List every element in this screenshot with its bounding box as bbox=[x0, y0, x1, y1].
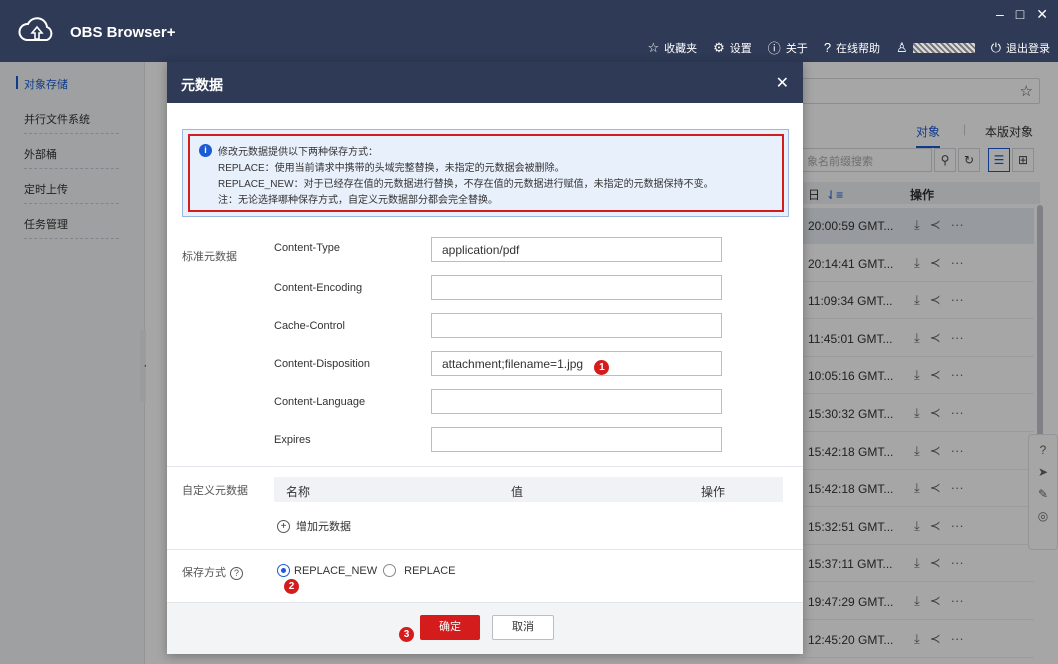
content-disposition-input[interactable]: attachment;filename=1.jpg 1 bbox=[431, 351, 722, 376]
radio-replace-new[interactable] bbox=[277, 564, 290, 577]
about-label: 关于 bbox=[785, 42, 808, 55]
dialog-header: 元数据 ✕ bbox=[167, 62, 803, 103]
expires-label: Expires bbox=[274, 434, 311, 446]
content-language-label: Content-Language bbox=[274, 396, 366, 408]
favorites-link[interactable]: ☆ 收藏夹 bbox=[647, 40, 697, 56]
info-icon: i bbox=[199, 144, 212, 157]
settings-link[interactable]: ⚙ 设置 bbox=[713, 40, 752, 56]
content-type-input[interactable]: application/pdf bbox=[431, 237, 722, 262]
notice-highlight: i 修改元数据提供以下两种保存方式： REPLACE：使用当前请求中携带的头域完… bbox=[188, 134, 784, 212]
step-badge-2: 2 bbox=[284, 579, 299, 594]
expires-input[interactable] bbox=[431, 427, 722, 452]
top-nav: ☆ 收藏夹 ⚙ 设置 ⓘ 关于 ? 在线帮助 ♙ ⏻ 退出登录 bbox=[647, 38, 1050, 57]
radio-replace[interactable] bbox=[383, 564, 397, 577]
logout-label: 退出登录 bbox=[1006, 42, 1050, 55]
step-badge-3: 3 bbox=[399, 627, 414, 642]
favorites-label: 收藏夹 bbox=[664, 42, 698, 55]
value-column-header: 值 bbox=[511, 485, 524, 499]
content-language-input[interactable] bbox=[431, 389, 722, 414]
minimize-button[interactable]: – bbox=[996, 6, 1004, 23]
plus-circle-icon: + bbox=[277, 519, 290, 533]
standard-metadata-label: 标准元数据 bbox=[182, 251, 237, 263]
settings-label: 设置 bbox=[729, 42, 752, 55]
window-controls: – □ ✕ bbox=[996, 6, 1048, 23]
step-badge-1: 1 bbox=[594, 360, 610, 375]
help-label: 在线帮助 bbox=[836, 42, 881, 55]
cancel-button[interactable]: 取消 bbox=[492, 615, 554, 640]
metadata-dialog: 元数据 ✕ i 修改元数据提供以下两种保存方式： REPLACE：使用当前请求中… bbox=[167, 62, 803, 654]
content-disposition-label: Content-Disposition bbox=[274, 358, 370, 370]
section-divider bbox=[167, 466, 803, 467]
section-divider bbox=[167, 549, 803, 550]
help-link[interactable]: ? 在线帮助 bbox=[824, 40, 880, 56]
custom-metadata-label: 自定义元数据 bbox=[182, 485, 248, 497]
info-icon: ⓘ bbox=[767, 41, 781, 56]
radio-replace-label[interactable]: REPLACE bbox=[404, 565, 455, 577]
star-icon: ☆ bbox=[647, 39, 660, 55]
notice-box: i 修改元数据提供以下两种保存方式： REPLACE：使用当前请求中携带的头域完… bbox=[182, 129, 789, 217]
confirm-button[interactable]: 确定 bbox=[420, 615, 480, 640]
question-icon: ? bbox=[823, 40, 832, 55]
cache-control-label: Cache-Control bbox=[274, 320, 345, 332]
add-metadata-button[interactable]: + 增加元数据 bbox=[277, 518, 351, 534]
notice-line-4: 注：无论选择哪种保存方式，自定义元数据部分都会完全替换。 bbox=[218, 195, 498, 206]
save-mode-radio-group: REPLACE_NEW REPLACE bbox=[277, 564, 456, 577]
content-encoding-label: Content-Encoding bbox=[274, 282, 363, 294]
about-link[interactable]: ⓘ 关于 bbox=[768, 38, 808, 57]
add-metadata-label: 增加元数据 bbox=[296, 521, 351, 533]
dialog-title: 元数据 bbox=[181, 77, 223, 93]
name-column-header: 名称 bbox=[286, 485, 311, 499]
title-bar: OBS Browser+ – □ ✕ ☆ 收藏夹 ⚙ 设置 ⓘ 关于 ? 在线帮… bbox=[0, 0, 1058, 62]
radio-replace-new-label[interactable]: REPLACE_NEW bbox=[294, 565, 377, 577]
user-account[interactable]: ♙ bbox=[896, 40, 975, 56]
notice-line-1: 修改元数据提供以下两种保存方式： bbox=[218, 147, 378, 158]
dialog-footer: 3 确定 取消 bbox=[167, 602, 803, 654]
ops-column-header: 操作 bbox=[701, 485, 726, 499]
cloud-logo-icon bbox=[18, 17, 53, 41]
dialog-close-button[interactable]: ✕ bbox=[776, 73, 789, 93]
notice-line-3: REPLACE_NEW：对于已经存在值的元数据进行替换，不存在值的元数据进行赋值… bbox=[218, 179, 714, 190]
power-icon: ⏻ bbox=[990, 39, 1001, 55]
maximize-button[interactable]: □ bbox=[1016, 6, 1024, 23]
custom-metadata-table-header: 名称 值 操作 bbox=[274, 477, 783, 502]
window-close-button[interactable]: ✕ bbox=[1036, 6, 1048, 23]
gear-icon: ⚙ bbox=[713, 39, 725, 55]
content-encoding-input[interactable] bbox=[431, 275, 722, 300]
cache-control-input[interactable] bbox=[431, 313, 722, 338]
logout-link[interactable]: ⏻ 退出登录 bbox=[991, 40, 1050, 56]
app-title: OBS Browser+ bbox=[70, 24, 176, 41]
masked-username bbox=[912, 42, 975, 53]
help-icon[interactable]: ? bbox=[230, 567, 243, 580]
content-type-label: Content-Type bbox=[274, 242, 341, 254]
user-icon: ♙ bbox=[896, 39, 908, 55]
save-mode-label: 保存方式? bbox=[182, 564, 243, 580]
notice-line-2: REPLACE：使用当前请求中携带的头域完整替换，未指定的元数据会被删除。 bbox=[218, 163, 565, 174]
content-disposition-value: attachment;filename=1.jpg bbox=[442, 357, 584, 371]
